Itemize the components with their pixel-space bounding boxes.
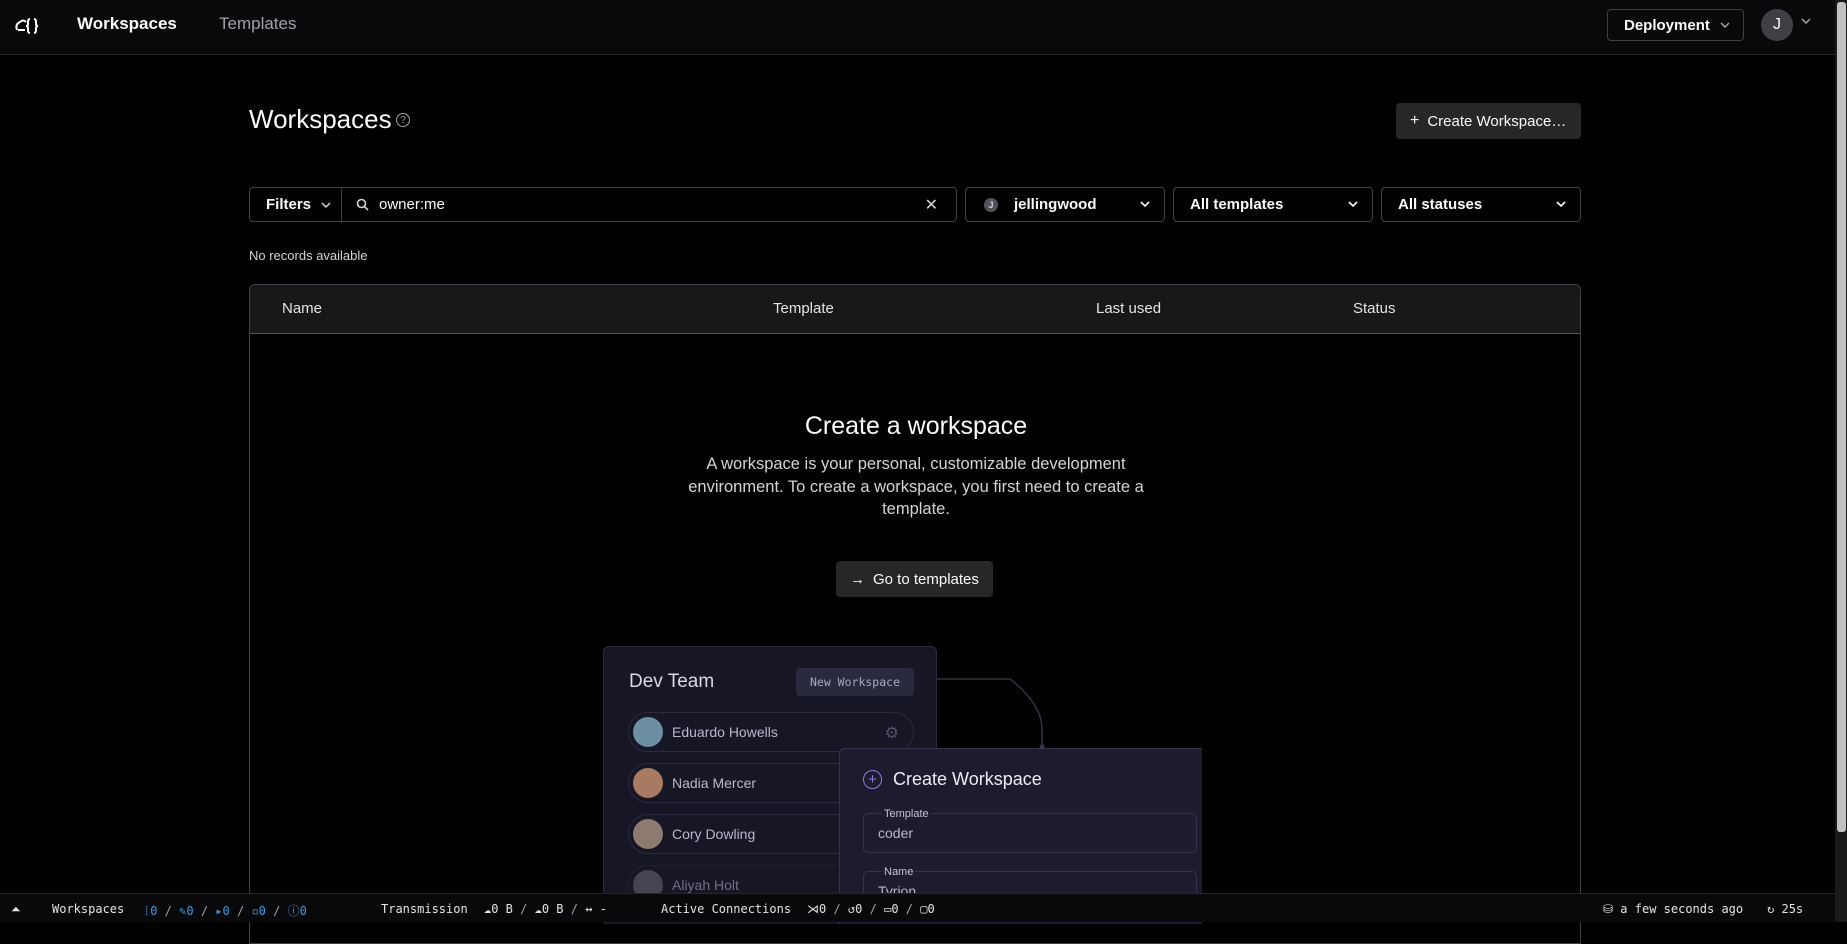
chevron-down-icon: [1720, 22, 1730, 28]
template-select-value: All templates: [1190, 196, 1284, 213]
deployment-label: Deployment: [1624, 16, 1710, 34]
field-label: Template: [882, 808, 931, 820]
member-name: Cory Dowling: [672, 826, 756, 842]
conn-value: 0: [891, 902, 899, 916]
plus-circle-icon: +: [863, 770, 882, 789]
deployment-button[interactable]: Deployment: [1607, 9, 1744, 41]
go-to-templates-label: Go to templates: [873, 570, 979, 588]
table-header: Name Template Last used Status: [250, 285, 1580, 334]
vscode-icon: ⋊: [807, 902, 819, 916]
arrow-right-icon: →: [850, 570, 865, 588]
coder-logo-icon[interactable]: [12, 10, 42, 40]
avatar: [633, 768, 663, 798]
count-value: 0: [186, 904, 194, 918]
stop-icon: ▫: [251, 904, 259, 918]
status-select[interactable]: All statuses: [1381, 187, 1581, 222]
column-header-template: Template: [773, 300, 834, 317]
user-select-value: jellingwood: [1014, 196, 1097, 213]
member-name: Nadia Mercer: [672, 775, 757, 791]
count-value: 0: [299, 904, 307, 918]
column-header-last-used: Last used: [1096, 300, 1162, 317]
transmission-label[interactable]: Transmission: [381, 902, 468, 916]
user-select[interactable]: J jellingwood: [965, 187, 1165, 222]
create-workspace-label: Create Workspace…: [1427, 112, 1567, 130]
gear-icon: ⚙: [884, 725, 899, 742]
avatar: [633, 819, 663, 849]
search-bar: ✕: [341, 187, 957, 222]
field-label: Name: [882, 866, 916, 878]
avatar: [633, 717, 663, 747]
chevron-down-icon[interactable]: [1801, 18, 1811, 24]
scrollbar-thumb[interactable]: [1837, 2, 1846, 832]
refresh-interval[interactable]: ↻ 25s: [1767, 902, 1803, 916]
empty-state-title: Create a workspace: [804, 412, 1028, 440]
count-value: 0: [222, 904, 230, 918]
plus-icon: +: [1410, 112, 1420, 129]
chevron-down-icon: [1140, 201, 1150, 208]
new-workspace-badge: New Workspace: [796, 668, 914, 696]
page-title: Workspaces: [249, 104, 392, 134]
empty-state-illustration: Dev Team New Workspace Eduardo Howells ⚙…: [602, 644, 1202, 924]
nav-workspaces[interactable]: Workspaces: [77, 14, 177, 34]
database-icon: ⛁: [1603, 902, 1614, 916]
count-value: 0: [258, 904, 266, 918]
last-updated: ⛁ a few seconds ago: [1603, 902, 1743, 916]
active-connections-label[interactable]: Active Connections: [661, 902, 791, 916]
empty-state-description: A workspace is your personal, customizab…: [688, 455, 1144, 518]
last-updated-value: a few seconds ago: [1620, 902, 1744, 916]
team-title: Dev Team: [629, 671, 715, 692]
create-workspace-card-title: Create Workspace: [893, 769, 1042, 789]
search-icon: [356, 198, 369, 211]
refresh-icon: ↻: [1767, 902, 1775, 916]
workspaces-table: Name Template Last used Status Create a …: [249, 284, 1581, 944]
close-icon[interactable]: ✕: [925, 195, 938, 215]
field-value: coder: [878, 825, 914, 841]
member-name: Aliyah Holt: [672, 877, 739, 893]
status-select-value: All statuses: [1398, 196, 1483, 213]
download-value: 0 B: [541, 902, 564, 916]
search-input[interactable]: [379, 196, 899, 213]
transmission-stats[interactable]: ☁0 B / ☁0 B / ↔ -: [484, 902, 607, 916]
user-avatar-small: J: [984, 197, 998, 212]
template-field: Template coder: [863, 808, 1197, 853]
filters-label: Filters: [266, 196, 312, 213]
top-navbar: Workspaces Templates Deployment J: [0, 0, 1835, 55]
conn-value: 0: [927, 902, 935, 916]
column-header-status: Status: [1353, 300, 1396, 317]
status-bar: ⏶ Workspaces ⁞0 / ✎0 / ▸0 / ▫0 / ⓘ0 Tran…: [0, 893, 1835, 922]
go-to-templates-button[interactable]: → Go to templates: [836, 561, 993, 597]
help-icon[interactable]: ?: [396, 113, 410, 127]
nav-templates[interactable]: Templates: [219, 14, 296, 34]
rocket-icon[interactable]: ⏶: [11, 902, 21, 917]
column-header-name: Name: [282, 300, 323, 317]
download-icon: ☁: [534, 902, 542, 916]
workspace-counts[interactable]: ⁞0 / ✎0 / ▸0 / ▫0 / ⓘ0: [143, 902, 307, 919]
template-select[interactable]: All templates: [1173, 187, 1373, 222]
latency-value: -: [599, 902, 607, 916]
statusbar-workspaces-label[interactable]: Workspaces: [52, 902, 124, 916]
play-icon: ▸: [215, 904, 223, 918]
chevron-down-icon: [321, 201, 331, 208]
member-name: Eduardo Howells: [672, 724, 778, 740]
upload-value: 0 B: [491, 902, 513, 916]
latency-icon: ↔: [585, 902, 593, 916]
connection-stats[interactable]: ⋊0 / ↺0 / ▭0 / ▢0: [807, 902, 935, 916]
user-avatar[interactable]: J: [1761, 9, 1793, 41]
refresh-interval-value: 25s: [1781, 902, 1804, 916]
chevron-down-icon: [1556, 201, 1566, 208]
error-icon: ⓘ: [287, 904, 300, 918]
filters-button[interactable]: Filters: [249, 187, 342, 222]
chevron-down-icon: [1348, 201, 1358, 208]
create-workspace-button[interactable]: + Create Workspace…: [1396, 103, 1581, 139]
records-count: No records available: [249, 248, 368, 263]
list-item: Eduardo Howells ⚙: [628, 712, 914, 752]
